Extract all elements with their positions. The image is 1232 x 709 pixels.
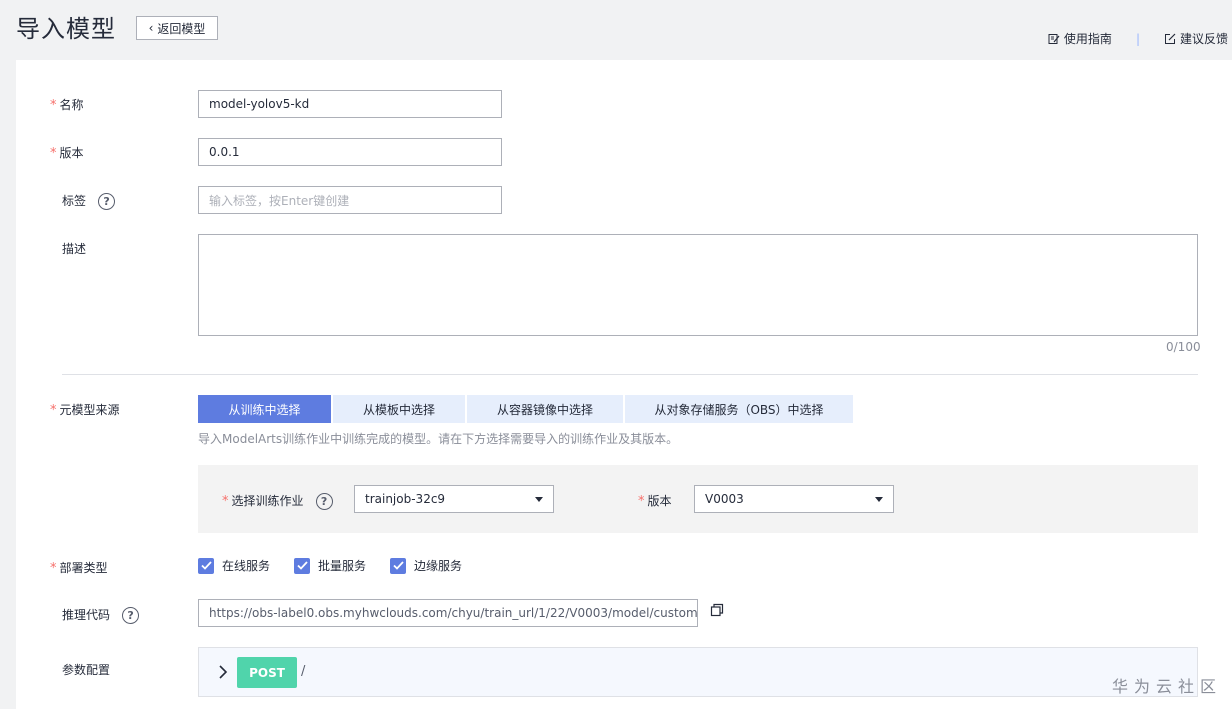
checkmark-icon xyxy=(294,557,311,574)
inference-code-label: 推理代码? xyxy=(62,606,140,624)
version-input[interactable]: 0.0.1 xyxy=(198,138,502,166)
tab-from-training[interactable]: 从训练中选择 xyxy=(198,395,331,423)
back-button-label: 返回模型 xyxy=(157,21,206,36)
tab-from-container-image[interactable]: 从容器镜像中选择 xyxy=(467,395,623,423)
copy-icon[interactable] xyxy=(710,603,724,617)
source-tabs: 从训练中选择 从模板中选择 从容器镜像中选择 从对象存储服务（OBS）中选择 xyxy=(198,395,855,423)
page-header: 导入模型 ‹ 返回模型 使用指南 | 建议反馈 xyxy=(0,0,1232,60)
required-mark: * xyxy=(50,403,57,418)
description-label: 描述 xyxy=(62,242,87,256)
training-job-select[interactable]: trainjob-32c9 xyxy=(354,485,554,513)
name-input[interactable]: model-yolov5-kd xyxy=(198,90,502,118)
source-hint: 导入ModelArts训练作业中训练完成的模型。请在下方选择需要导入的训练作业及… xyxy=(198,432,679,446)
api-config-panel: POST / xyxy=(198,647,1198,697)
params-label: 参数配置 xyxy=(62,663,111,677)
header-links: 使用指南 | 建议反馈 xyxy=(1048,30,1228,47)
usage-guide-label: 使用指南 xyxy=(1063,32,1112,46)
deploy-type-label: * 部署类型 xyxy=(50,561,108,576)
caret-down-icon xyxy=(875,497,883,502)
page-title: 导入模型 xyxy=(16,15,116,43)
chevron-left-icon: ‹ xyxy=(148,21,154,35)
section-divider xyxy=(62,374,1198,375)
deploy-type-options: 在线服务 批量服务 边缘服务 xyxy=(198,557,486,574)
help-icon[interactable]: ? xyxy=(98,193,116,210)
caret-down-icon xyxy=(535,497,543,502)
edit-doc-icon xyxy=(1048,33,1060,44)
inference-code-input[interactable]: https://obs-label0.obs.myhwclouds.com/ch… xyxy=(198,599,698,627)
chevron-right-icon[interactable] xyxy=(217,663,229,681)
name-label: * 名称 xyxy=(50,98,84,113)
online-service-checkbox[interactable]: 在线服务 xyxy=(198,557,270,574)
tags-input[interactable]: 输入标签，按Enter键创建 xyxy=(198,186,502,214)
back-to-models-button[interactable]: ‹ 返回模型 xyxy=(136,16,218,40)
training-job-value: trainjob-32c9 xyxy=(365,492,446,506)
source-label: * 元模型来源 xyxy=(50,403,120,418)
required-mark: * xyxy=(638,494,645,509)
checkmark-icon xyxy=(390,557,407,574)
checkmark-icon xyxy=(198,557,214,574)
tab-from-template[interactable]: 从模板中选择 xyxy=(333,395,465,423)
job-version-select[interactable]: V0003 xyxy=(694,485,894,513)
required-mark: * xyxy=(222,494,229,509)
batch-service-checkbox[interactable]: 批量服务 xyxy=(294,557,366,574)
api-path: / xyxy=(301,664,306,679)
job-version-label: * 版本 xyxy=(638,494,672,509)
job-version-value: V0003 xyxy=(705,492,744,506)
feedback-link[interactable]: 建议反馈 xyxy=(1164,30,1228,47)
version-label: * 版本 xyxy=(50,146,84,161)
tags-label: 标签? xyxy=(62,192,116,210)
help-icon[interactable]: ? xyxy=(122,607,140,624)
feedback-edit-icon xyxy=(1164,33,1176,44)
edge-service-checkbox[interactable]: 边缘服务 xyxy=(390,557,462,574)
description-textarea[interactable] xyxy=(198,234,1198,336)
required-mark: * xyxy=(50,561,57,576)
header-separator: | xyxy=(1135,31,1140,46)
watermark: 华为云社区 xyxy=(1111,677,1222,696)
tab-from-obs[interactable]: 从对象存储服务（OBS）中选择 xyxy=(625,395,853,423)
help-icon[interactable]: ? xyxy=(315,493,333,510)
required-mark: * xyxy=(50,146,57,161)
usage-guide-link[interactable]: 使用指南 xyxy=(1048,30,1112,47)
required-mark: * xyxy=(50,98,57,113)
http-method-badge: POST xyxy=(237,657,297,688)
feedback-label: 建议反馈 xyxy=(1179,32,1228,46)
description-counter: 0/100 xyxy=(1166,340,1201,354)
training-job-label: * 选择训练作业? xyxy=(222,492,333,510)
